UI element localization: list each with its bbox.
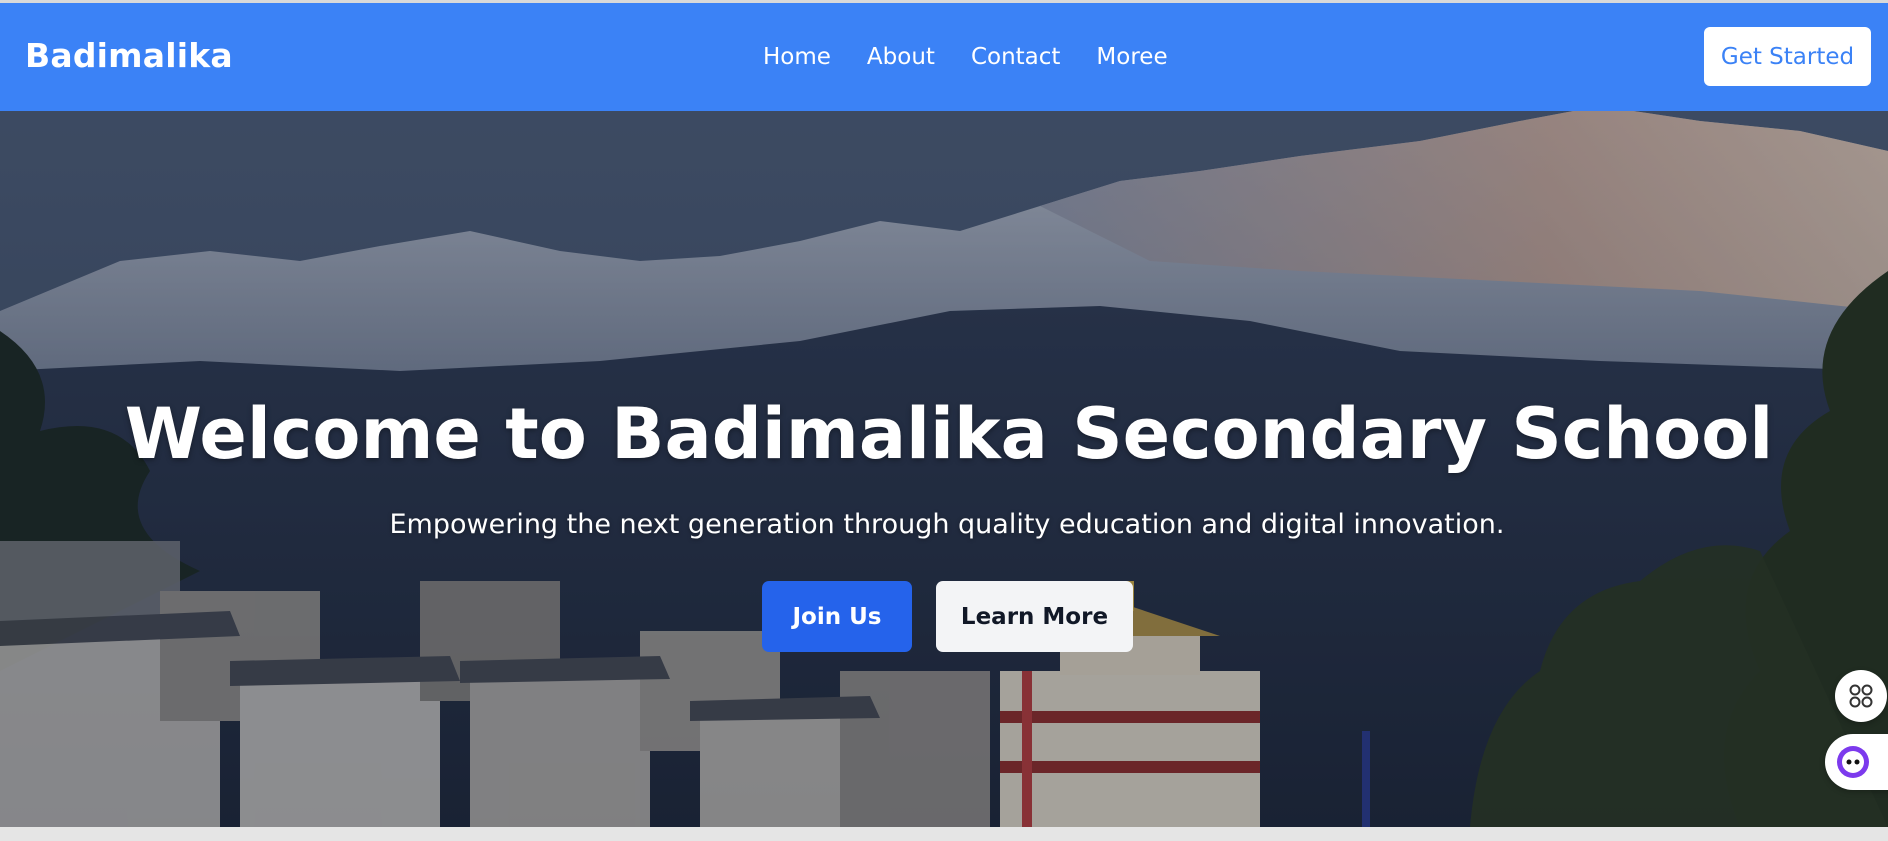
apps-grid-icon <box>1849 684 1873 708</box>
brand-logo-text[interactable]: Badimalika <box>25 39 233 72</box>
assistant-button[interactable] <box>1825 734 1888 790</box>
navbar: Badimalika Home About Contact Moree Get … <box>0 3 1888 111</box>
nav-links: Home About Contact Moree <box>763 46 1168 69</box>
hero-section: Welcome to Badimalika Secondary School E… <box>0 111 1888 827</box>
nav-link-contact[interactable]: Contact <box>971 46 1060 69</box>
apps-grid-button[interactable] <box>1835 670 1887 722</box>
join-us-button[interactable]: Join Us <box>762 581 912 652</box>
nav-link-home[interactable]: Home <box>763 46 831 69</box>
get-started-button[interactable]: Get Started <box>1704 27 1871 86</box>
hero-title: Welcome to Badimalika Secondary School <box>124 393 1774 475</box>
learn-more-button[interactable]: Learn More <box>936 581 1133 652</box>
taskbar-strip <box>0 827 1888 841</box>
assistant-bot-icon <box>1837 746 1869 778</box>
nav-link-more[interactable]: Moree <box>1096 46 1167 69</box>
nav-link-about[interactable]: About <box>867 46 935 69</box>
hero-subtitle: Empowering the next generation through q… <box>389 509 1505 540</box>
